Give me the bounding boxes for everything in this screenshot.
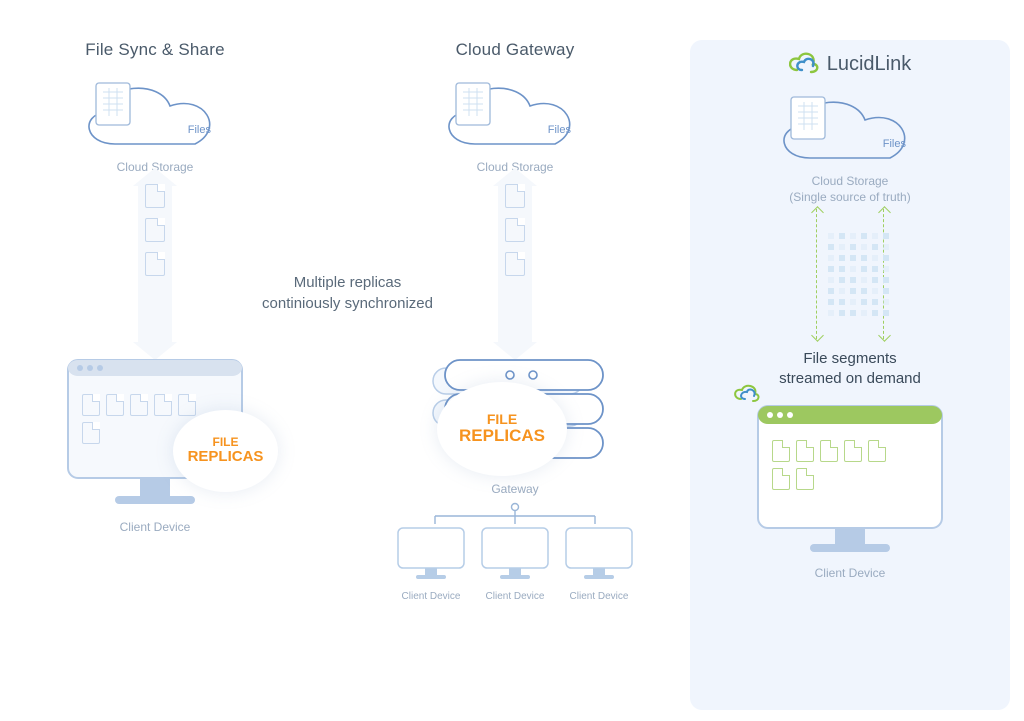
replicas-badge: FILE REPLICAS: [173, 410, 278, 492]
cloud-caption: Cloud Storage (Single source of truth): [690, 174, 1010, 205]
cloud-storage-icon: Files: [425, 74, 605, 154]
lucidlink-logo: LucidLink: [690, 52, 1010, 76]
file-icon: [505, 184, 525, 208]
col-cloud-gateway: Cloud Gateway Files Cloud Storage FILE R…: [370, 40, 660, 602]
file-icon: [145, 218, 165, 242]
gateway-caption: Gateway: [370, 482, 660, 496]
file-icon: [154, 394, 172, 416]
col2-title: Cloud Gateway: [370, 40, 660, 60]
lucidlink-mark-icon: [789, 52, 819, 76]
file-grid-icon: [455, 82, 635, 162]
sync-arrow-icon: [138, 184, 172, 344]
stream-arrows-icon: [810, 209, 890, 339]
col1-title: File Sync & Share: [50, 40, 260, 60]
mini-caption: Client Device: [478, 591, 552, 602]
brand-text: LucidLink: [827, 53, 912, 76]
file-grid-icon: [95, 82, 275, 162]
cloud-storage-icon: Files: [65, 74, 245, 154]
client-mini-monitor: Client Device: [394, 524, 468, 602]
badge-line2: REPLICAS: [459, 427, 545, 446]
file-icon: [505, 252, 525, 276]
client-monitor-icon: FILE REPLICAS: [60, 354, 250, 514]
gateway-server-icon: FILE REPLICAS: [415, 356, 615, 476]
file-icon: [178, 394, 196, 416]
file-icon: [505, 218, 525, 242]
mini-caption: Client Device: [562, 591, 636, 602]
file-icon: [106, 394, 124, 416]
badge-line2: REPLICAS: [188, 449, 264, 466]
device-caption: Client Device: [690, 566, 1010, 580]
cloud-storage-icon: Files: [760, 88, 940, 168]
replicas-badge: FILE REPLICAS: [437, 382, 567, 476]
file-icon: [145, 184, 165, 208]
stream-line-icon: [816, 209, 817, 339]
mini-caption: Client Device: [394, 591, 468, 602]
stream-line-icon: [883, 209, 884, 339]
client-monitor-icon: [750, 400, 950, 560]
file-grid-icon: [790, 96, 970, 176]
file-icon: [145, 252, 165, 276]
col-file-sync-share: File Sync & Share Files Cloud Storage FI…: [50, 40, 260, 534]
sync-arrow-icon: [498, 184, 532, 344]
col-lucidlink: LucidLink Files Cloud Storage (Single so…: [690, 40, 1010, 710]
network-tree-icon: [395, 502, 635, 524]
client-mini-monitor: Client Device: [478, 524, 552, 602]
file-icon: [130, 394, 148, 416]
client-mini-monitor: Client Device: [562, 524, 636, 602]
client-devices-row: Client Device Client Device Client Devic…: [370, 524, 660, 602]
file-icon: [82, 422, 100, 444]
badge-line1: FILE: [487, 412, 517, 427]
file-icon: [82, 394, 100, 416]
device-caption: Client Device: [50, 520, 260, 534]
segment-pixels-icon: [828, 209, 872, 339]
lucidlink-mark-icon: [734, 384, 934, 544]
